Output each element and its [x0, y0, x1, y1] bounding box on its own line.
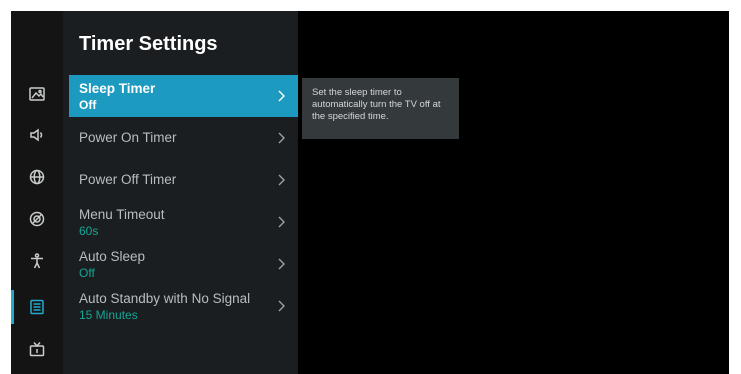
chevron-right-icon — [274, 298, 288, 314]
accessibility-icon[interactable] — [11, 241, 63, 281]
tv-screen: Timer Settings Sleep Timer Off Power On … — [11, 11, 729, 374]
menu-item-label: Sleep Timer — [79, 81, 156, 96]
menu-item-label: Auto Standby with No Signal — [79, 291, 251, 306]
menu-item-label: Power On Timer — [79, 130, 177, 145]
menu-item-auto-sleep[interactable]: Auto Sleep Off — [69, 243, 298, 285]
page-title: Timer Settings — [79, 33, 218, 55]
chevron-right-icon — [274, 256, 288, 272]
help-tooltip: Set the sleep timer to automatically tur… — [302, 78, 459, 139]
chevron-right-icon — [274, 172, 288, 188]
picture-icon[interactable] — [11, 74, 63, 114]
menu-item-value: Off — [79, 266, 95, 280]
chevron-right-icon — [274, 88, 288, 104]
chevron-right-icon — [274, 214, 288, 230]
menu-item-auto-standby[interactable]: Auto Standby with No Signal 15 Minutes — [69, 285, 298, 327]
menu-item-menu-timeout[interactable]: Menu Timeout 60s — [69, 201, 298, 243]
general-icon[interactable] — [11, 199, 63, 239]
menu-item-sleep-timer[interactable]: Sleep Timer Off — [69, 75, 298, 117]
sound-icon[interactable] — [11, 115, 63, 155]
menu-item-value: Off — [79, 98, 97, 112]
menu-item-value: 15 Minutes — [79, 308, 138, 322]
menu-item-label: Menu Timeout — [79, 207, 165, 222]
timer-settings-panel: Timer Settings Sleep Timer Off Power On … — [63, 11, 298, 374]
network-icon[interactable] — [11, 157, 63, 197]
menu-item-power-off-timer[interactable]: Power Off Timer — [69, 159, 298, 201]
menu-item-power-on-timer[interactable]: Power On Timer — [69, 117, 298, 159]
timer-settings-icon[interactable] — [11, 287, 63, 327]
menu-item-label: Auto Sleep — [79, 249, 146, 264]
menu-item-value: 60s — [79, 224, 99, 238]
chevron-right-icon — [274, 130, 288, 146]
menu-item-label: Power Off Timer — [79, 172, 177, 187]
settings-category-rail — [11, 11, 63, 374]
channel-icon[interactable] — [11, 329, 63, 369]
